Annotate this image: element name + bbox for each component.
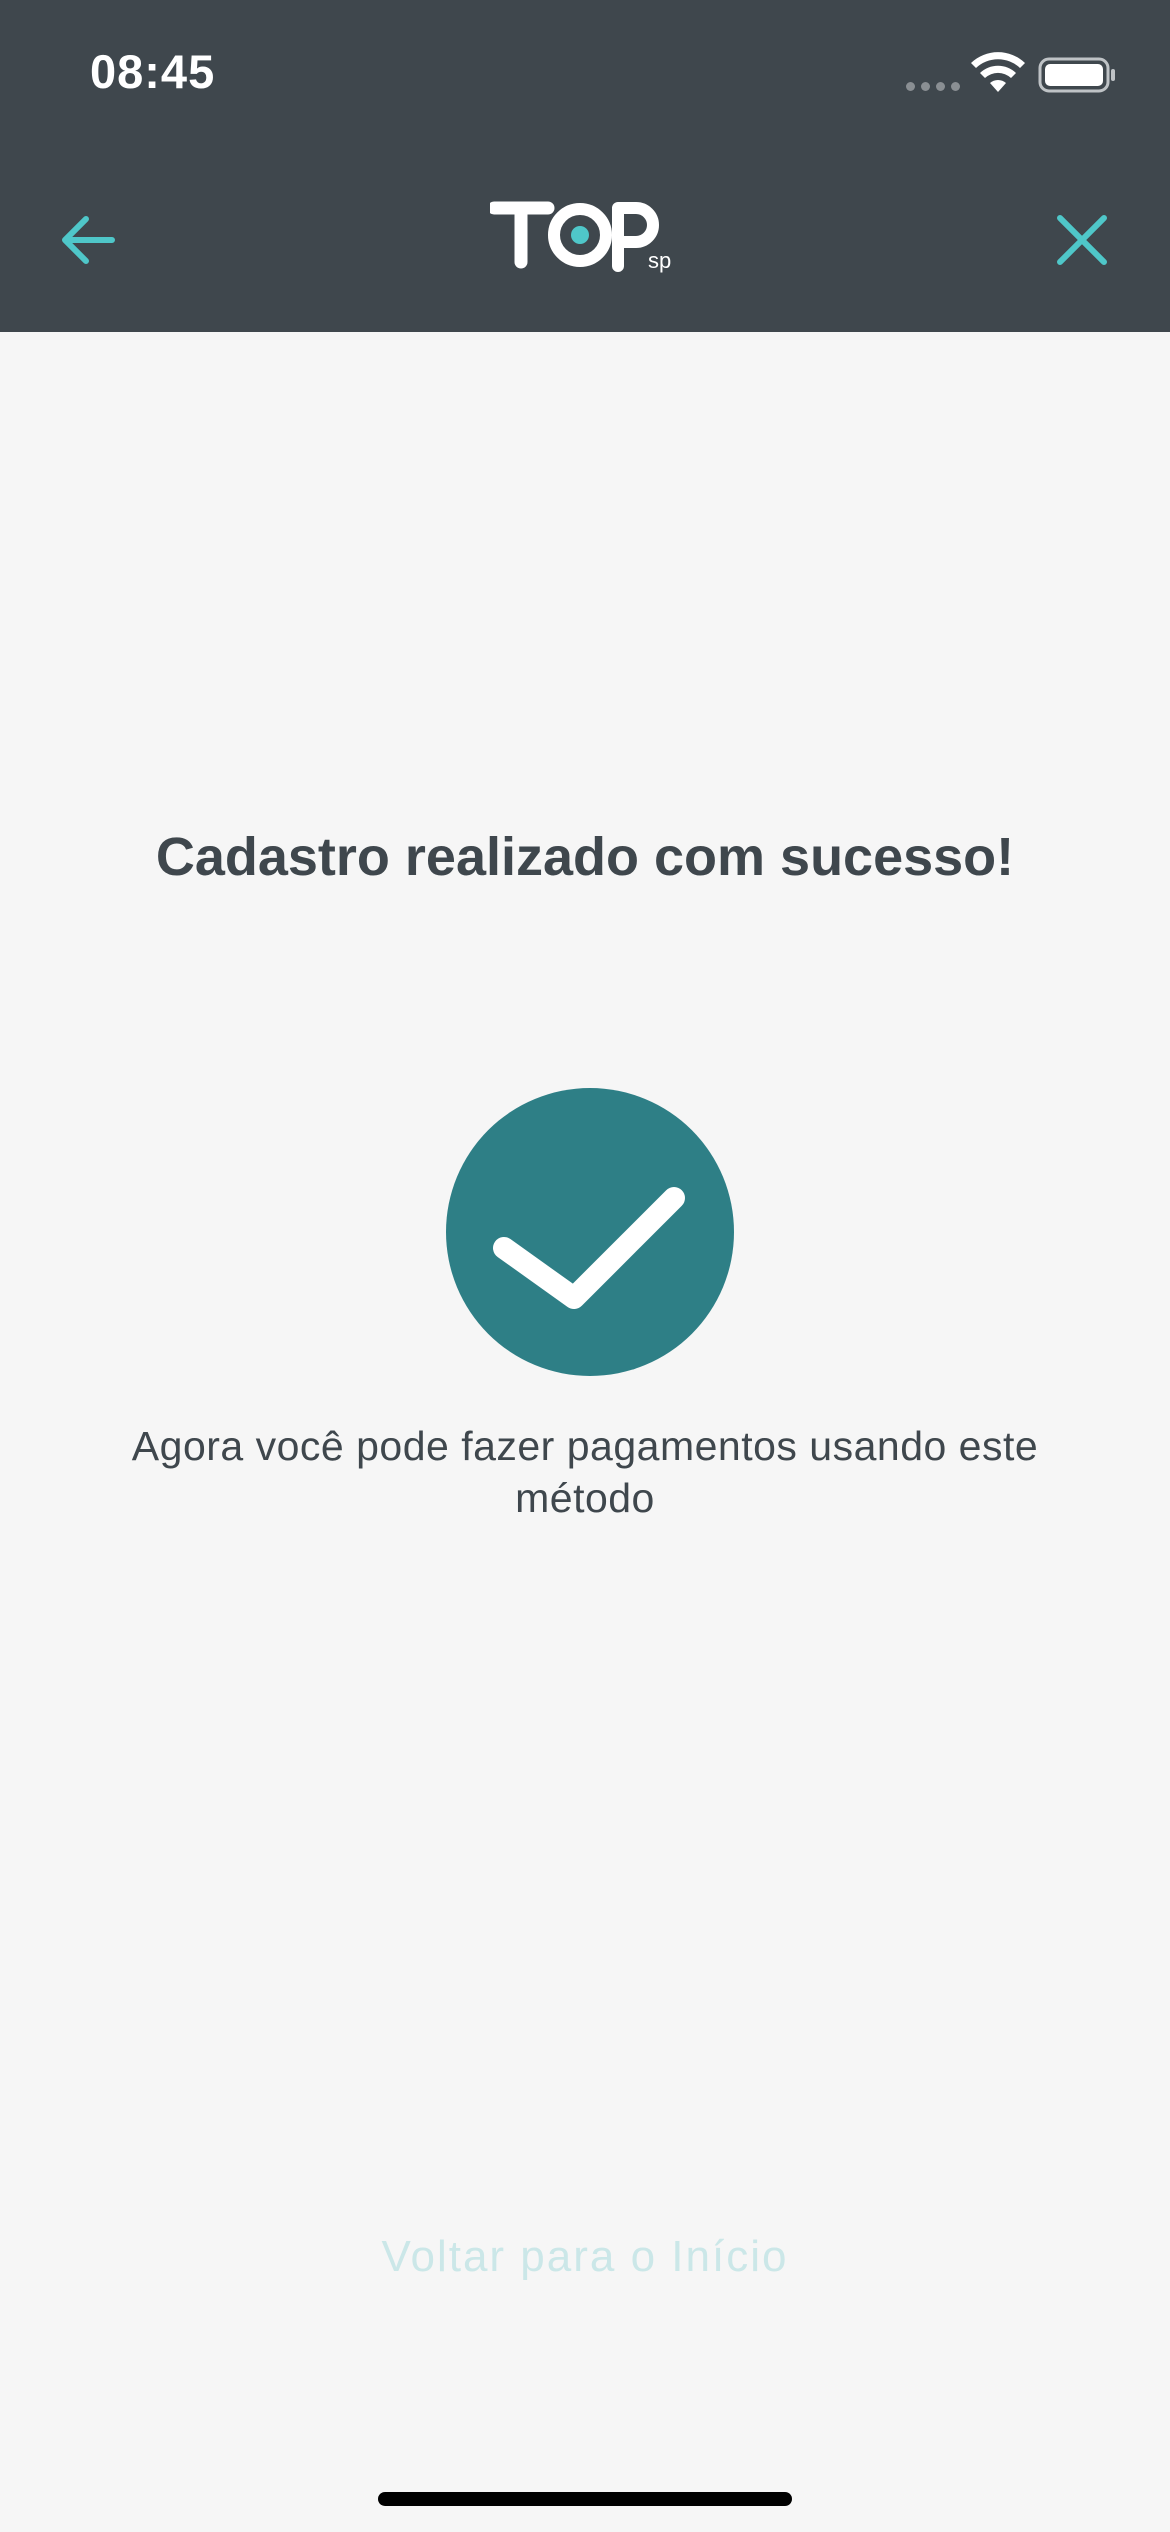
back-button[interactable] [48,200,128,280]
close-icon [1057,215,1107,265]
success-message: Agora você pode fazer pagamentos usando … [60,1420,1110,1524]
home-indicator[interactable] [378,2492,792,2506]
check-circle-icon [446,1088,734,1376]
top-sp-logo: sp [490,201,671,273]
success-message-line-2: método [515,1475,655,1521]
svg-text:sp: sp [648,248,671,273]
close-button[interactable] [1042,200,1122,280]
status-bar: 08:45 [0,0,1170,150]
cellular-signal-icon [906,82,960,91]
arrow-left-icon [62,216,115,264]
success-title: Cadastro realizado com sucesso! [155,827,1015,887]
back-to-home-link[interactable]: Voltar para o Início [0,2232,1170,2282]
app-header: 08:45 sp [0,0,1170,332]
battery-icon [1038,57,1115,93]
status-time: 08:45 [90,45,216,98]
wifi-icon [971,52,1025,92]
success-message-line-1: Agora você pode fazer pagamentos usando … [131,1423,1039,1469]
navigation-bar: sp [0,150,1170,332]
success-screen: 08:45 sp Cadastro realizado com sucesso!… [0,0,1170,2532]
